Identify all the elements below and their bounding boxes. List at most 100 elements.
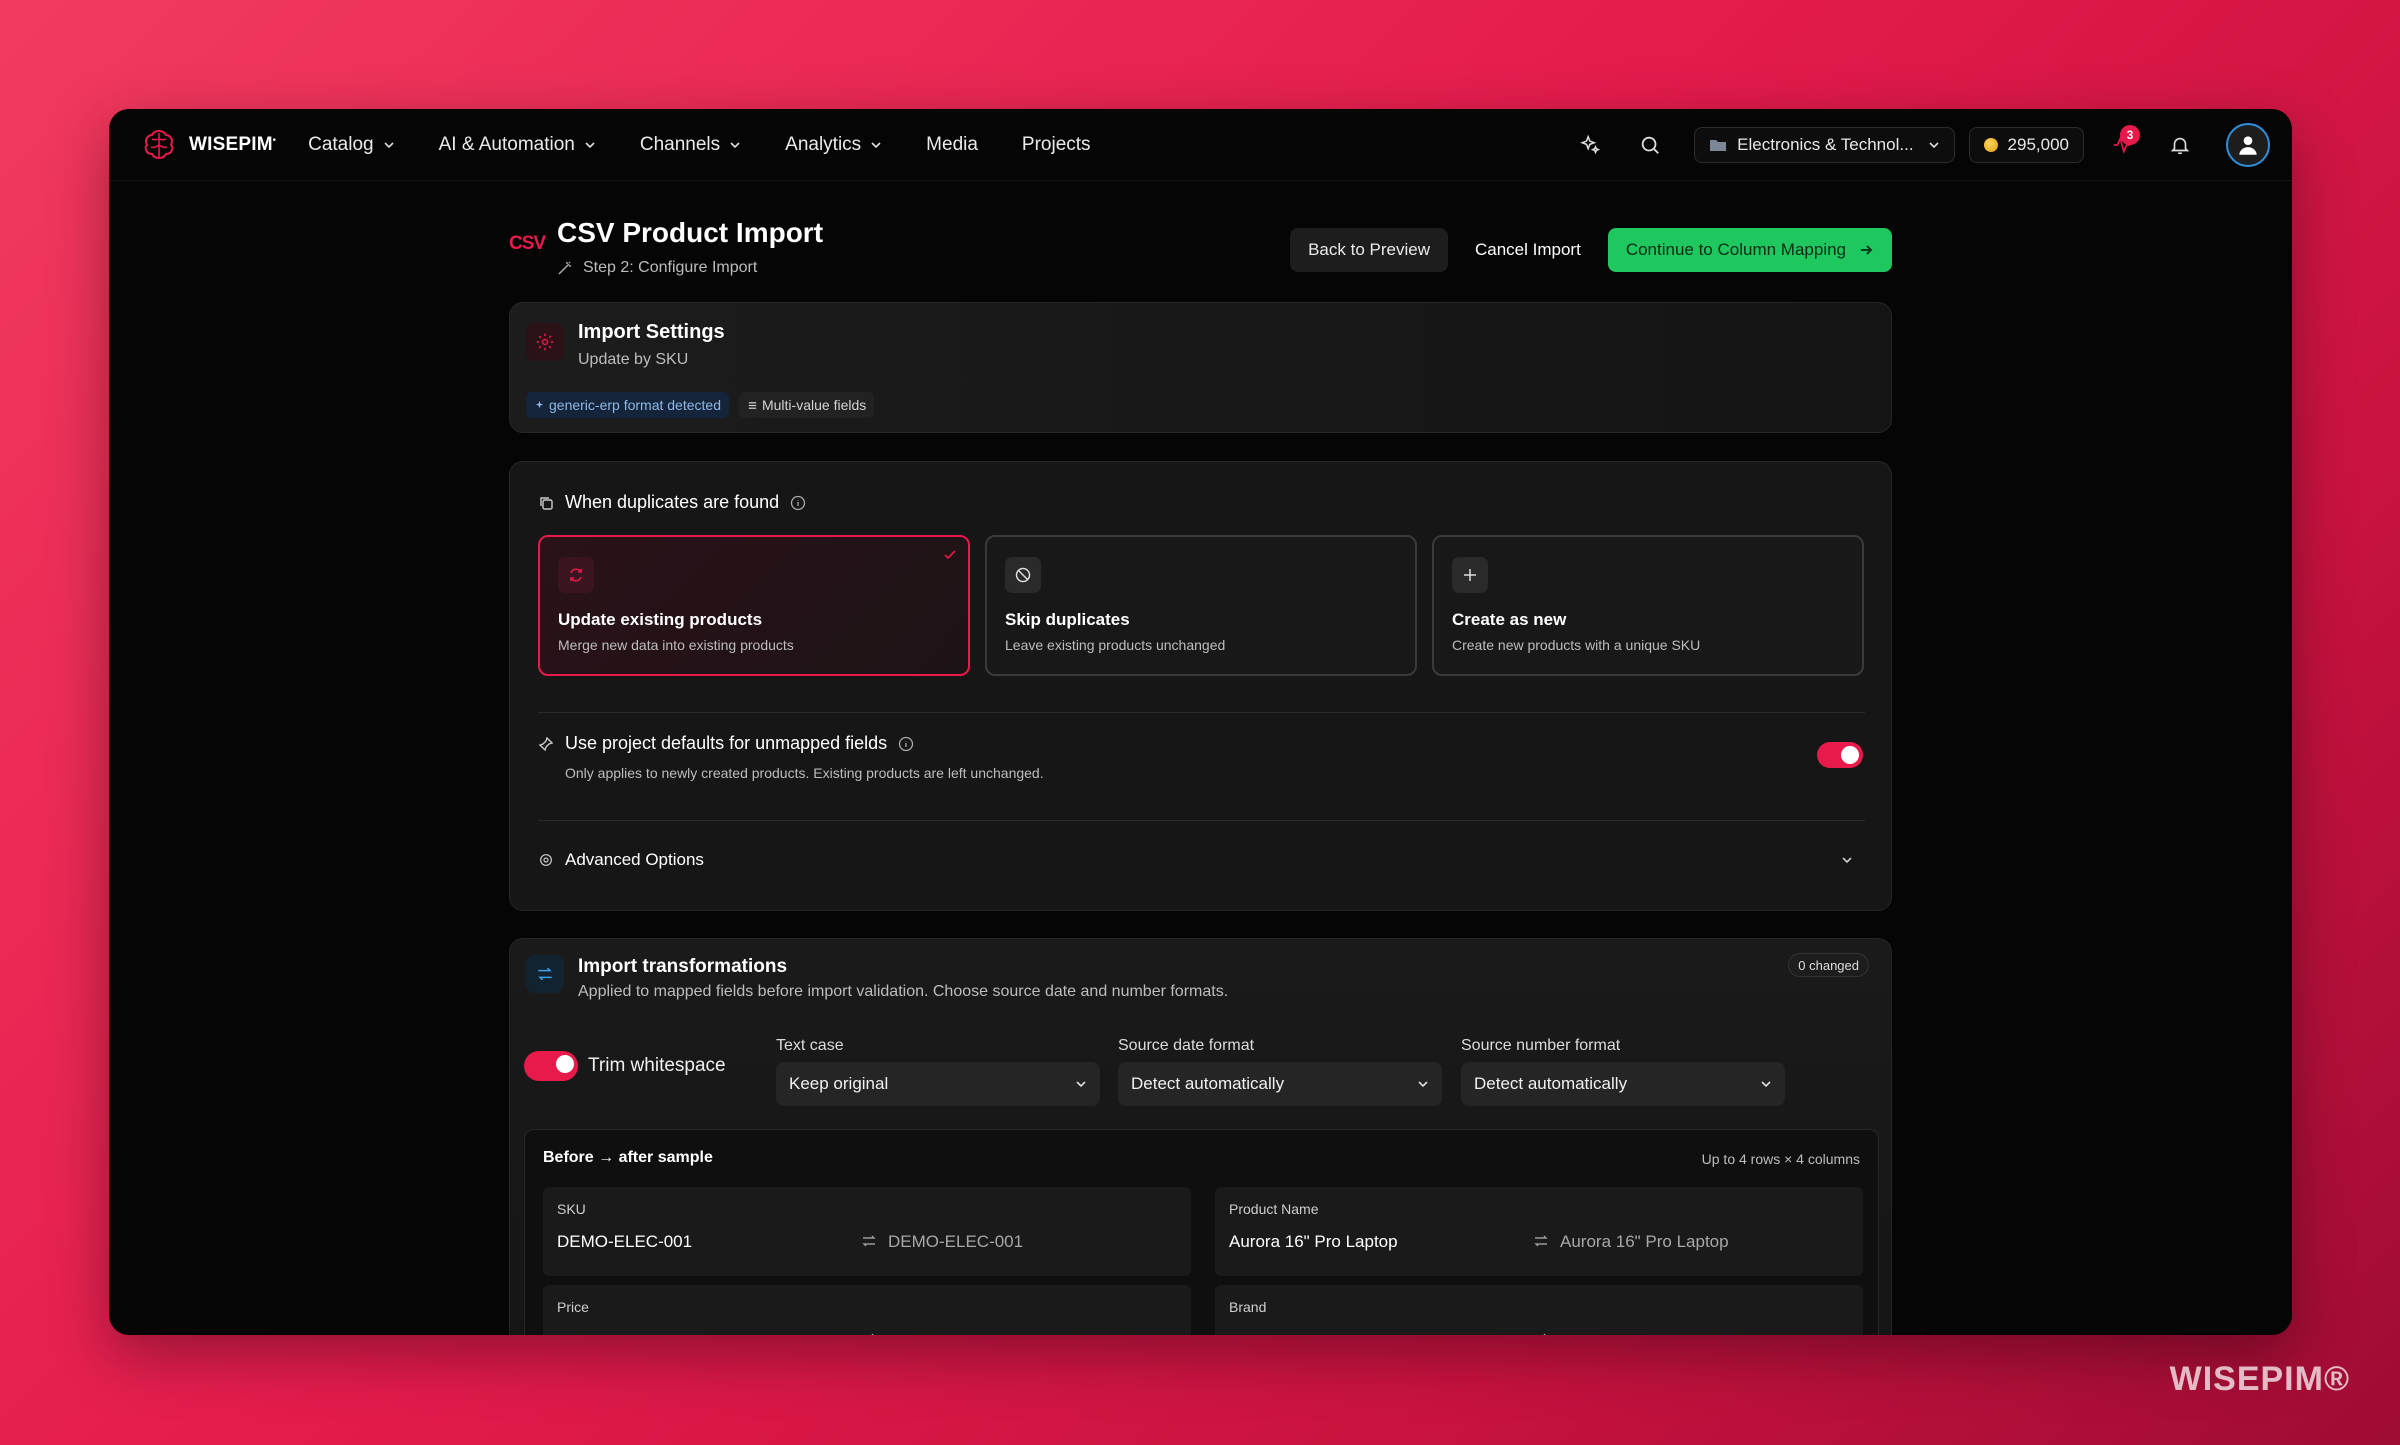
option-update-existing[interactable]: Update existing products Merge new data … (538, 535, 970, 676)
csv-logo: CSV (509, 233, 546, 254)
sample-after-value: Aurora 16" Pro Laptop (1560, 1232, 1729, 1251)
activity-button[interactable]: 3 (2102, 124, 2142, 165)
nav-item-label: Channels (639, 133, 721, 155)
number-format-label: Source number format (1461, 1037, 1621, 1054)
multi-value-chip: Multi-value fields (738, 392, 875, 418)
divider (538, 820, 1865, 821)
credits-balance[interactable]: 295,000 (1968, 126, 2084, 163)
nav-item-label: AI & Automation (438, 133, 575, 155)
cancel-import-button[interactable]: Cancel Import (1448, 228, 1608, 272)
text-case-value: Keep original (789, 1074, 889, 1093)
trim-whitespace-toggle[interactable] (524, 1051, 578, 1081)
duplicates-card: When duplicates are found Update existin… (509, 461, 1892, 911)
brand-logo[interactable]: WISEPIM• (139, 125, 276, 165)
sparkle-icon (535, 400, 544, 408)
advanced-options-toggle[interactable]: Advanced Options (538, 850, 1865, 870)
trim-whitespace-row: Trim whitespace (524, 1051, 726, 1081)
sample-before-value: Aurora 16" Pro Laptop (1229, 1232, 1398, 1251)
sample-column-name: Product Name (1229, 1201, 1319, 1217)
main-content: CSV CSV Product Import Step 2: Configure… (509, 209, 1892, 289)
settings-title: Import Settings (578, 321, 725, 343)
list-icon (748, 401, 757, 409)
option-description: Create new products with a unique SKU (1452, 637, 1701, 653)
step-indicator: Step 2: Configure Import (557, 259, 823, 277)
info-icon[interactable] (898, 736, 914, 752)
user-avatar[interactable] (2226, 122, 2270, 167)
nav-item-ai-automation[interactable]: AI & Automation (439, 134, 596, 156)
nav-right: Electronics & Technol... 295,000 3 (1570, 122, 2270, 167)
project-defaults-toggle[interactable] (1817, 742, 1863, 768)
settings-icon-box (526, 323, 564, 361)
option-description: Merge new data into existing products (558, 637, 794, 653)
brand-name: WISEPIM• (189, 133, 277, 155)
coin-icon (1983, 137, 1998, 152)
chevron-down-icon (1928, 141, 1939, 148)
nav-item-media[interactable]: Media (926, 134, 978, 156)
sample-cell: Brand (1215, 1285, 1863, 1335)
ban-icon (1015, 567, 1031, 583)
option-title: Update existing products (558, 610, 763, 629)
notifications-button[interactable] (2160, 125, 2200, 165)
option-description: Leave existing products unchanged (1005, 637, 1226, 653)
transform-arrow-icon (871, 1333, 874, 1335)
nav-item-analytics[interactable]: Analytics (785, 134, 882, 156)
nav-item-catalog[interactable]: Catalog (308, 134, 395, 156)
search-icon (1641, 136, 1660, 154)
option-icon-box (1452, 557, 1488, 593)
option-icon-box (558, 557, 594, 593)
organization-select[interactable]: Electronics & Technol... (1694, 126, 1955, 163)
duplicate-options: Update existing products Merge new data … (538, 535, 1864, 676)
sparkles-icon (1580, 134, 1601, 154)
date-format-select[interactable]: Detect automatically (1118, 1062, 1442, 1106)
number-format-select[interactable]: Detect automatically (1461, 1062, 1785, 1106)
settings-chips: generic-erp format detected Multi-value … (526, 392, 875, 418)
transform-description: Applied to mapped fields before import v… (578, 983, 1229, 1000)
brand-watermark: WISEPIM® (2169, 1360, 2350, 1398)
transform-title: Import transformations (578, 956, 788, 977)
project-defaults-heading: Use project defaults for unmapped fields (538, 733, 925, 754)
organization-name: Electronics & Technol... (1737, 134, 1914, 154)
nav-item-channels[interactable]: Channels (640, 134, 741, 156)
option-skip-duplicates[interactable]: Skip duplicates Leave existing products … (985, 535, 1417, 676)
chevron-down-icon (1076, 1081, 1086, 1088)
sample-title: Before → after sample (543, 1149, 713, 1166)
number-format-value: Detect automatically (1474, 1074, 1628, 1093)
nav-item-projects[interactable]: Projects (1022, 134, 1091, 156)
header-actions: Back to Preview Cancel Import Continue t… (1290, 228, 1892, 272)
ai-sparkle-button[interactable] (1570, 125, 1610, 165)
transform-arrow-icon (862, 1235, 876, 1247)
user-icon (2239, 135, 2257, 155)
settings-subtitle: Update by SKU (578, 351, 689, 368)
info-icon[interactable] (790, 495, 806, 511)
divider (538, 712, 1865, 713)
gear-icon (540, 854, 552, 866)
plus-icon (1464, 569, 1476, 581)
sample-after-value: DEMO-ELEC-001 (888, 1232, 1024, 1251)
chevron-down-icon (1418, 1081, 1428, 1088)
brain-logo-icon (144, 129, 174, 159)
continue-label: Continue to Column Mapping (1625, 240, 1846, 259)
credits-value: 295,000 (2007, 134, 2069, 154)
sample-cell: Product Name Aurora 16" Pro Laptop Aurora … (1215, 1187, 1863, 1276)
text-case-select[interactable]: Keep original (776, 1062, 1100, 1106)
page-header: CSV CSV Product Import Step 2: Configure… (509, 209, 1892, 289)
option-icon-box (1005, 557, 1041, 593)
page-title: CSV Product Import (557, 217, 824, 248)
sample-cell: SKU DEMO-ELEC-001 DEMO-ELEC-001 (543, 1187, 1191, 1276)
check-icon (944, 550, 956, 560)
wand-icon (558, 261, 571, 275)
continue-button[interactable]: Continue to Column Mapping (1607, 228, 1892, 272)
back-to-preview-button[interactable]: Back to Preview (1290, 228, 1448, 272)
search-button[interactable] (1630, 125, 1670, 165)
sample-cell: Price (543, 1285, 1191, 1335)
option-title: Create as new (1452, 610, 1567, 629)
swap-arrows-icon (538, 967, 552, 981)
option-create-new[interactable]: Create as new Create new products with a… (1432, 535, 1864, 676)
text-case-label: Text case (776, 1037, 844, 1054)
bell-icon (2170, 137, 2190, 154)
notification-count-badge: 3 (2120, 124, 2140, 145)
main-menu: Catalog AI & Automation Channels Analytics M… (308, 134, 1134, 156)
nav-item-label: Media (926, 133, 978, 155)
pin-icon (538, 736, 554, 751)
arrow-right-icon (1861, 245, 1873, 255)
